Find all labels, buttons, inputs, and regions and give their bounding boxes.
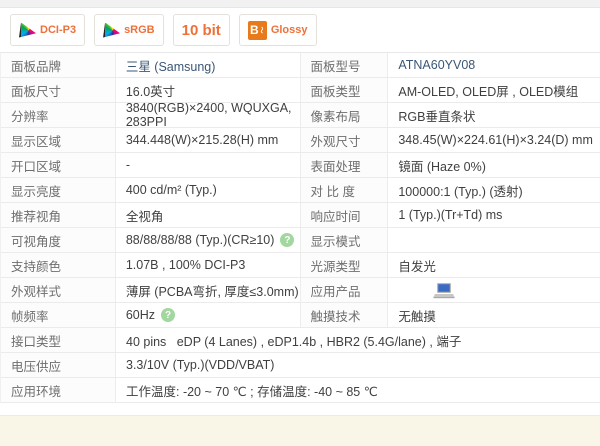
spec-label-view-angle: 可视角度 — [1, 228, 116, 252]
spec-row-colors-light: 支持颜色 1.07B , 100% DCI-P3 光源类型 自发光 — [1, 253, 600, 278]
spec-label-display-mode: 显示模式 — [301, 228, 389, 252]
spec-row-interface: 接口类型 40 pins eDP (4 Lanes) , eDP1.4b , H… — [1, 328, 600, 353]
spec-label-pixel-layout: 像素布局 — [301, 103, 389, 127]
spec-value-contrast: 100000:1 (Typ.) (透射) — [388, 178, 600, 202]
spec-value-outline-dim: 348.45(W)×224.61(H)×3.24(D) mm — [388, 128, 600, 152]
panel-spec-page: DCI-P3 sRGB 10 bit B Glossy 面板品牌 三星 (Sam… — [0, 0, 600, 446]
spec-label-resolution: 分辨率 — [1, 103, 116, 127]
spec-value-aperture: - — [116, 153, 301, 177]
badge-label: 10 bit — [182, 22, 221, 39]
spec-value-resolution: 3840(RGB)×2400, WQUXGA, 283PPI — [116, 103, 301, 127]
spec-value-size: 16.0英寸 — [116, 78, 301, 102]
model-link[interactable]: ATNA60YV08 — [398, 58, 475, 72]
spec-value-type: AM-OLED, OLED屏 , OLED模组 — [388, 78, 600, 102]
gamut-triangle-icon — [103, 23, 120, 38]
spec-value-model: ATNA60YV08 — [388, 53, 600, 77]
spec-label-display-area: 显示区域 — [1, 128, 116, 152]
spec-value-style: 薄屏 (PCBA弯折, 厚度≤3.0mm) — [116, 278, 301, 302]
spec-value-display-mode — [388, 228, 600, 252]
glossy-logo-icon: B — [248, 21, 267, 40]
spec-label-application: 应用产品 — [301, 278, 389, 302]
badge-glossy[interactable]: B Glossy — [239, 14, 317, 46]
footer-strip — [0, 415, 600, 446]
spec-label-type: 面板类型 — [301, 78, 389, 102]
spec-label-colors: 支持颜色 — [1, 253, 116, 277]
spec-label-response-time: 响应时间 — [301, 203, 389, 227]
spec-label-size: 面板尺寸 — [1, 78, 116, 102]
spec-row-aperture-surface: 开口区域 - 表面处理 镜面 (Haze 0%) — [1, 153, 600, 178]
badge-row: DCI-P3 sRGB 10 bit B Glossy — [10, 14, 600, 46]
spec-row-viewangle-mode: 可视角度 88/88/88/88 (Typ.)(CR≥10)? 显示模式 — [1, 228, 600, 253]
spec-row-area-outline: 显示区域 344.448(W)×215.28(H) mm 外观尺寸 348.45… — [1, 128, 600, 153]
spec-label-voltage: 电压供应 — [1, 353, 116, 377]
spec-table: 面板品牌 三星 (Samsung) 面板型号 ATNA60YV08 面板尺寸 1… — [0, 52, 600, 403]
spec-value-application — [388, 278, 600, 302]
spec-row-viewdir-response: 推荐视角 全视角 响应时间 1 (Typ.)(Tr+Td) ms — [1, 203, 600, 228]
spec-value-environment: 工作温度: -20 ~ 70 ℃ ; 存储温度: -40 ~ 85 ℃ — [116, 378, 600, 402]
spec-value-frame-rate: 60Hz? — [116, 303, 301, 327]
help-icon[interactable]: ? — [280, 233, 294, 247]
top-divider — [0, 0, 600, 8]
spec-value-brightness: 400 cd/m² (Typ.) — [116, 178, 301, 202]
spec-value-pixel-layout: RGB垂直条状 — [388, 103, 600, 127]
help-icon[interactable]: ? — [161, 308, 175, 322]
spec-row-framerate-touch: 帧频率 60Hz? 触摸技术 无触摸 — [1, 303, 600, 328]
badge-label: DCI-P3 — [40, 24, 76, 36]
laptop-icon — [398, 282, 455, 299]
spec-label-outline-dim: 外观尺寸 — [301, 128, 389, 152]
spec-row-size-type: 面板尺寸 16.0英寸 面板类型 AM-OLED, OLED屏 , OLED模组 — [1, 78, 600, 103]
spec-value-touch: 无触摸 — [388, 303, 600, 327]
spec-label-contrast: 对 比 度 — [301, 178, 389, 202]
spec-label-aperture: 开口区域 — [1, 153, 116, 177]
badge-10bit[interactable]: 10 bit — [173, 14, 230, 46]
spec-label-surface: 表面处理 — [301, 153, 389, 177]
spec-value-view-angle: 88/88/88/88 (Typ.)(CR≥10)? — [116, 228, 301, 252]
spec-label-environment: 应用环境 — [1, 378, 116, 402]
spec-value-response-time: 1 (Typ.)(Tr+Td) ms — [388, 203, 600, 227]
spec-label-view-direction: 推荐视角 — [1, 203, 116, 227]
spec-label-model: 面板型号 — [301, 53, 389, 77]
spec-label-style: 外观样式 — [1, 278, 116, 302]
spec-label-interface: 接口类型 — [1, 328, 116, 352]
spec-label-frame-rate: 帧频率 — [1, 303, 116, 327]
spec-row-voltage: 电压供应 3.3/10V (Typ.)(VDD/VBAT) — [1, 353, 600, 378]
badge-label: sRGB — [124, 24, 155, 36]
spec-label-light-source: 光源类型 — [301, 253, 389, 277]
spec-row-environment: 应用环境 工作温度: -20 ~ 70 ℃ ; 存储温度: -40 ~ 85 ℃ — [1, 378, 600, 403]
spec-value-colors: 1.07B , 100% DCI-P3 — [116, 253, 301, 277]
spec-row-brightness-contrast: 显示亮度 400 cd/m² (Typ.) 对 比 度 100000:1 (Ty… — [1, 178, 600, 203]
brand-link[interactable]: 三星 (Samsung) — [126, 56, 216, 75]
badge-label: Glossy — [271, 24, 308, 36]
spec-value-light-source: 自发光 — [388, 253, 600, 277]
badge-dci-p3[interactable]: DCI-P3 — [10, 14, 85, 46]
badge-srgb[interactable]: sRGB — [94, 14, 164, 46]
spec-label-brightness: 显示亮度 — [1, 178, 116, 202]
spec-row-brand-model: 面板品牌 三星 (Samsung) 面板型号 ATNA60YV08 — [1, 53, 600, 78]
gamut-triangle-icon — [19, 23, 36, 38]
spec-value-display-area: 344.448(W)×215.28(H) mm — [116, 128, 301, 152]
spec-label-brand: 面板品牌 — [1, 53, 116, 77]
spec-value-interface: 40 pins eDP (4 Lanes) , eDP1.4b , HBR2 (… — [116, 328, 600, 352]
spec-value-surface: 镜面 (Haze 0%) — [388, 153, 600, 177]
spec-value-view-direction: 全视角 — [116, 203, 301, 227]
spec-row-style-application: 外观样式 薄屏 (PCBA弯折, 厚度≤3.0mm) 应用产品 — [1, 278, 600, 303]
spec-value-voltage: 3.3/10V (Typ.)(VDD/VBAT) — [116, 353, 600, 377]
spec-label-touch: 触摸技术 — [301, 303, 389, 327]
spec-row-resolution-pixel: 分辨率 3840(RGB)×2400, WQUXGA, 283PPI 像素布局 … — [1, 103, 600, 128]
spec-value-brand: 三星 (Samsung) — [116, 53, 301, 77]
